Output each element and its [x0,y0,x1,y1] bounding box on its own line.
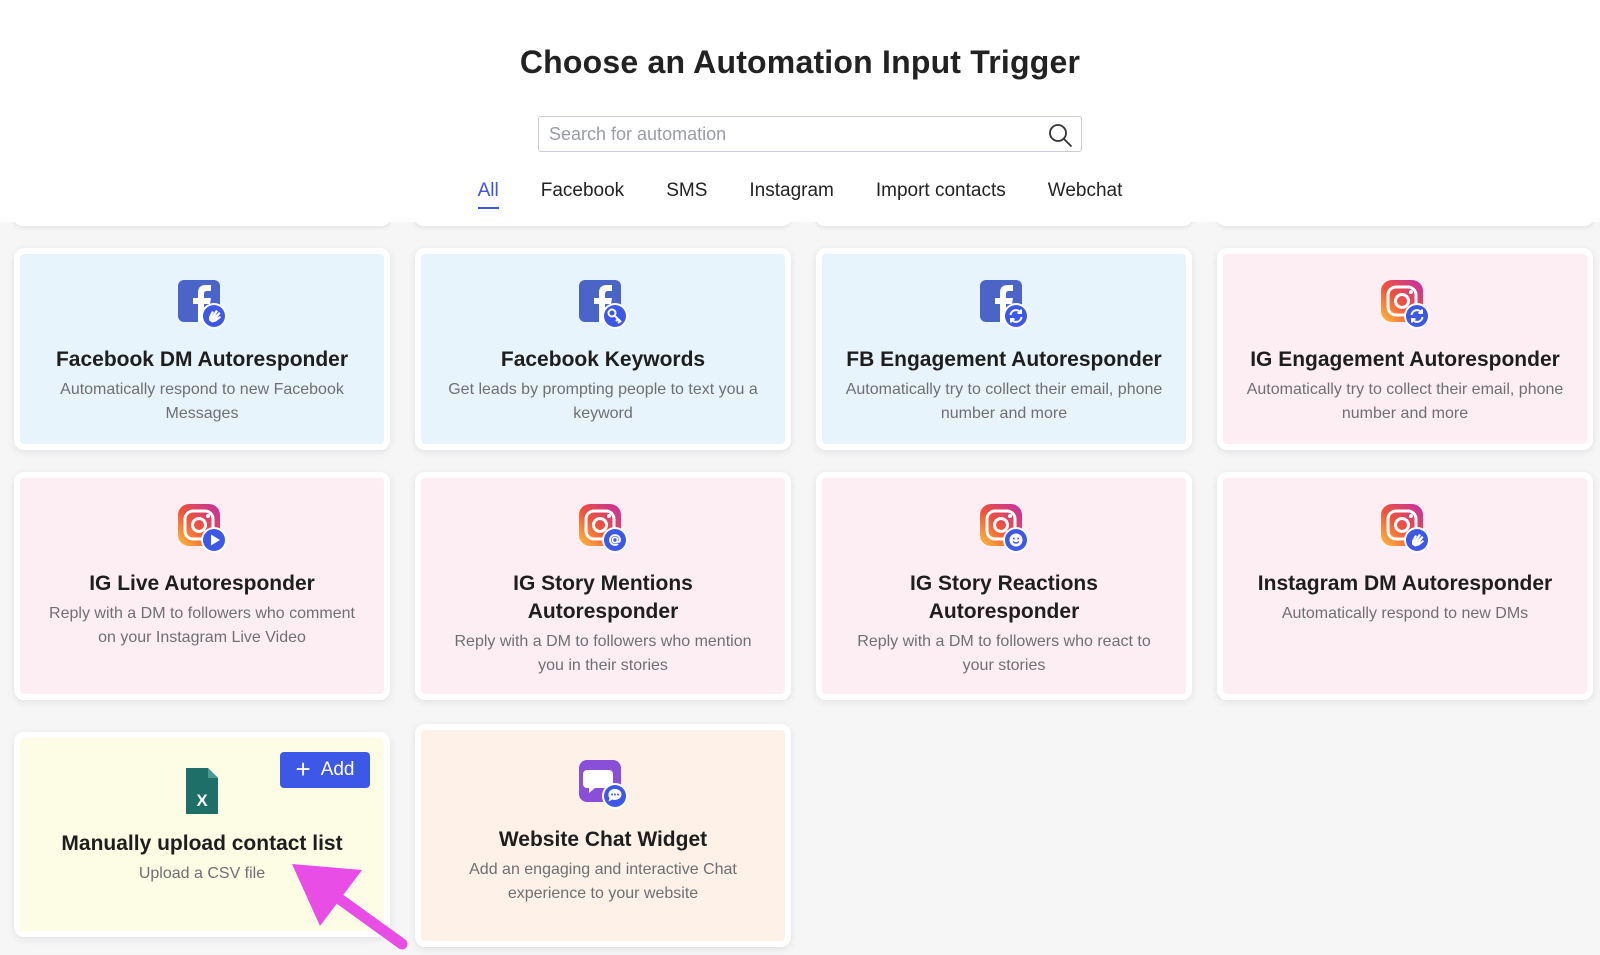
search-box[interactable] [538,116,1082,152]
add-button[interactable]: + Add [280,752,370,788]
card-description: Reply with a DM to followers who mention… [454,633,752,674]
instagram-play-icon [176,502,228,554]
card-description: Automatically respond to new Facebook Me… [60,381,344,422]
card-title: FB Engagement Autoresponder [846,348,1162,371]
card-title: IG Live Autoresponder [89,572,315,595]
chat-bubble-icon [577,758,629,810]
card-ig-story-mentions-autoresponder[interactable]: IG Story Mentions Autoresponder Reply wi… [415,472,791,700]
tab-import-contacts[interactable]: Import contacts [876,180,1006,209]
card-title: Manually upload contact list [61,832,343,855]
page-header: Choose an Automation Input Trigger All F… [0,0,1600,222]
card-title: Instagram DM Autoresponder [1257,572,1553,595]
card-title: IG Story Mentions Autoresponder [513,572,693,623]
instagram-at-icon [577,502,629,554]
card-description: Automatically try to collect their email… [845,381,1163,422]
card-website-chat-widget[interactable]: Website Chat Widget Add an engaging and … [415,724,791,947]
card-fb-engagement-autoresponder[interactable]: FB Engagement Autoresponder Automaticall… [816,248,1192,450]
card-title: Website Chat Widget [498,828,708,851]
facebook-wave-icon [176,278,228,330]
search-input[interactable] [549,119,1029,149]
instagram-sync-icon [1379,278,1431,330]
card-description: Add an engaging and interactive Chat exp… [469,861,737,902]
tab-webchat[interactable]: Webchat [1048,180,1123,209]
card-facebook-dm-autoresponder[interactable]: Facebook DM Autoresponder Automatically … [14,248,390,450]
card-ig-engagement-autoresponder[interactable]: IG Engagement Autoresponder Automaticall… [1217,248,1593,450]
instagram-smile-icon [978,502,1030,554]
card-description: Reply with a DM to followers who react t… [857,633,1151,674]
card-description: Automatically respond to new DMs [1281,605,1529,622]
card-ig-live-autoresponder[interactable]: IG Live Autoresponder Reply with a DM to… [14,472,390,700]
tab-all[interactable]: All [477,180,499,209]
facebook-sync-icon [978,278,1030,330]
add-button-label: Add [320,759,355,780]
card-title: IG Story Reactions Autoresponder [910,572,1098,623]
card-description: Get leads by prompting people to text yo… [448,381,758,422]
card-instagram-dm-autoresponder[interactable]: Instagram DM Autoresponder Automatically… [1217,472,1593,700]
category-tabs: All Facebook SMS Instagram Import contac… [0,180,1600,209]
instagram-wave-icon [1379,502,1431,554]
card-title: Facebook DM Autoresponder [55,348,349,371]
tab-sms[interactable]: SMS [666,180,707,209]
automation-grid: Facebook DM Autoresponder Automatically … [0,222,1600,955]
annotation-arrow [292,864,408,950]
facebook-key-icon [577,278,629,330]
card-description: Automatically try to collect their email… [1246,381,1564,422]
card-ig-story-reactions-autoresponder[interactable]: IG Story Reactions Autoresponder Reply w… [816,472,1192,700]
tab-instagram[interactable]: Instagram [749,180,833,209]
card-facebook-keywords[interactable]: Facebook Keywords Get leads by prompting… [415,248,791,450]
card-description: Reply with a DM to followers who comment… [49,605,355,646]
card-title: Facebook Keywords [500,348,706,371]
excel-file-icon: X [176,766,228,818]
svg-text:X: X [196,791,208,810]
card-title: IG Engagement Autoresponder [1250,348,1560,371]
tab-facebook[interactable]: Facebook [541,180,624,209]
page-title: Choose an Automation Input Trigger [519,44,1081,80]
search-icon[interactable] [1047,122,1073,148]
plus-icon: + [295,753,311,784]
